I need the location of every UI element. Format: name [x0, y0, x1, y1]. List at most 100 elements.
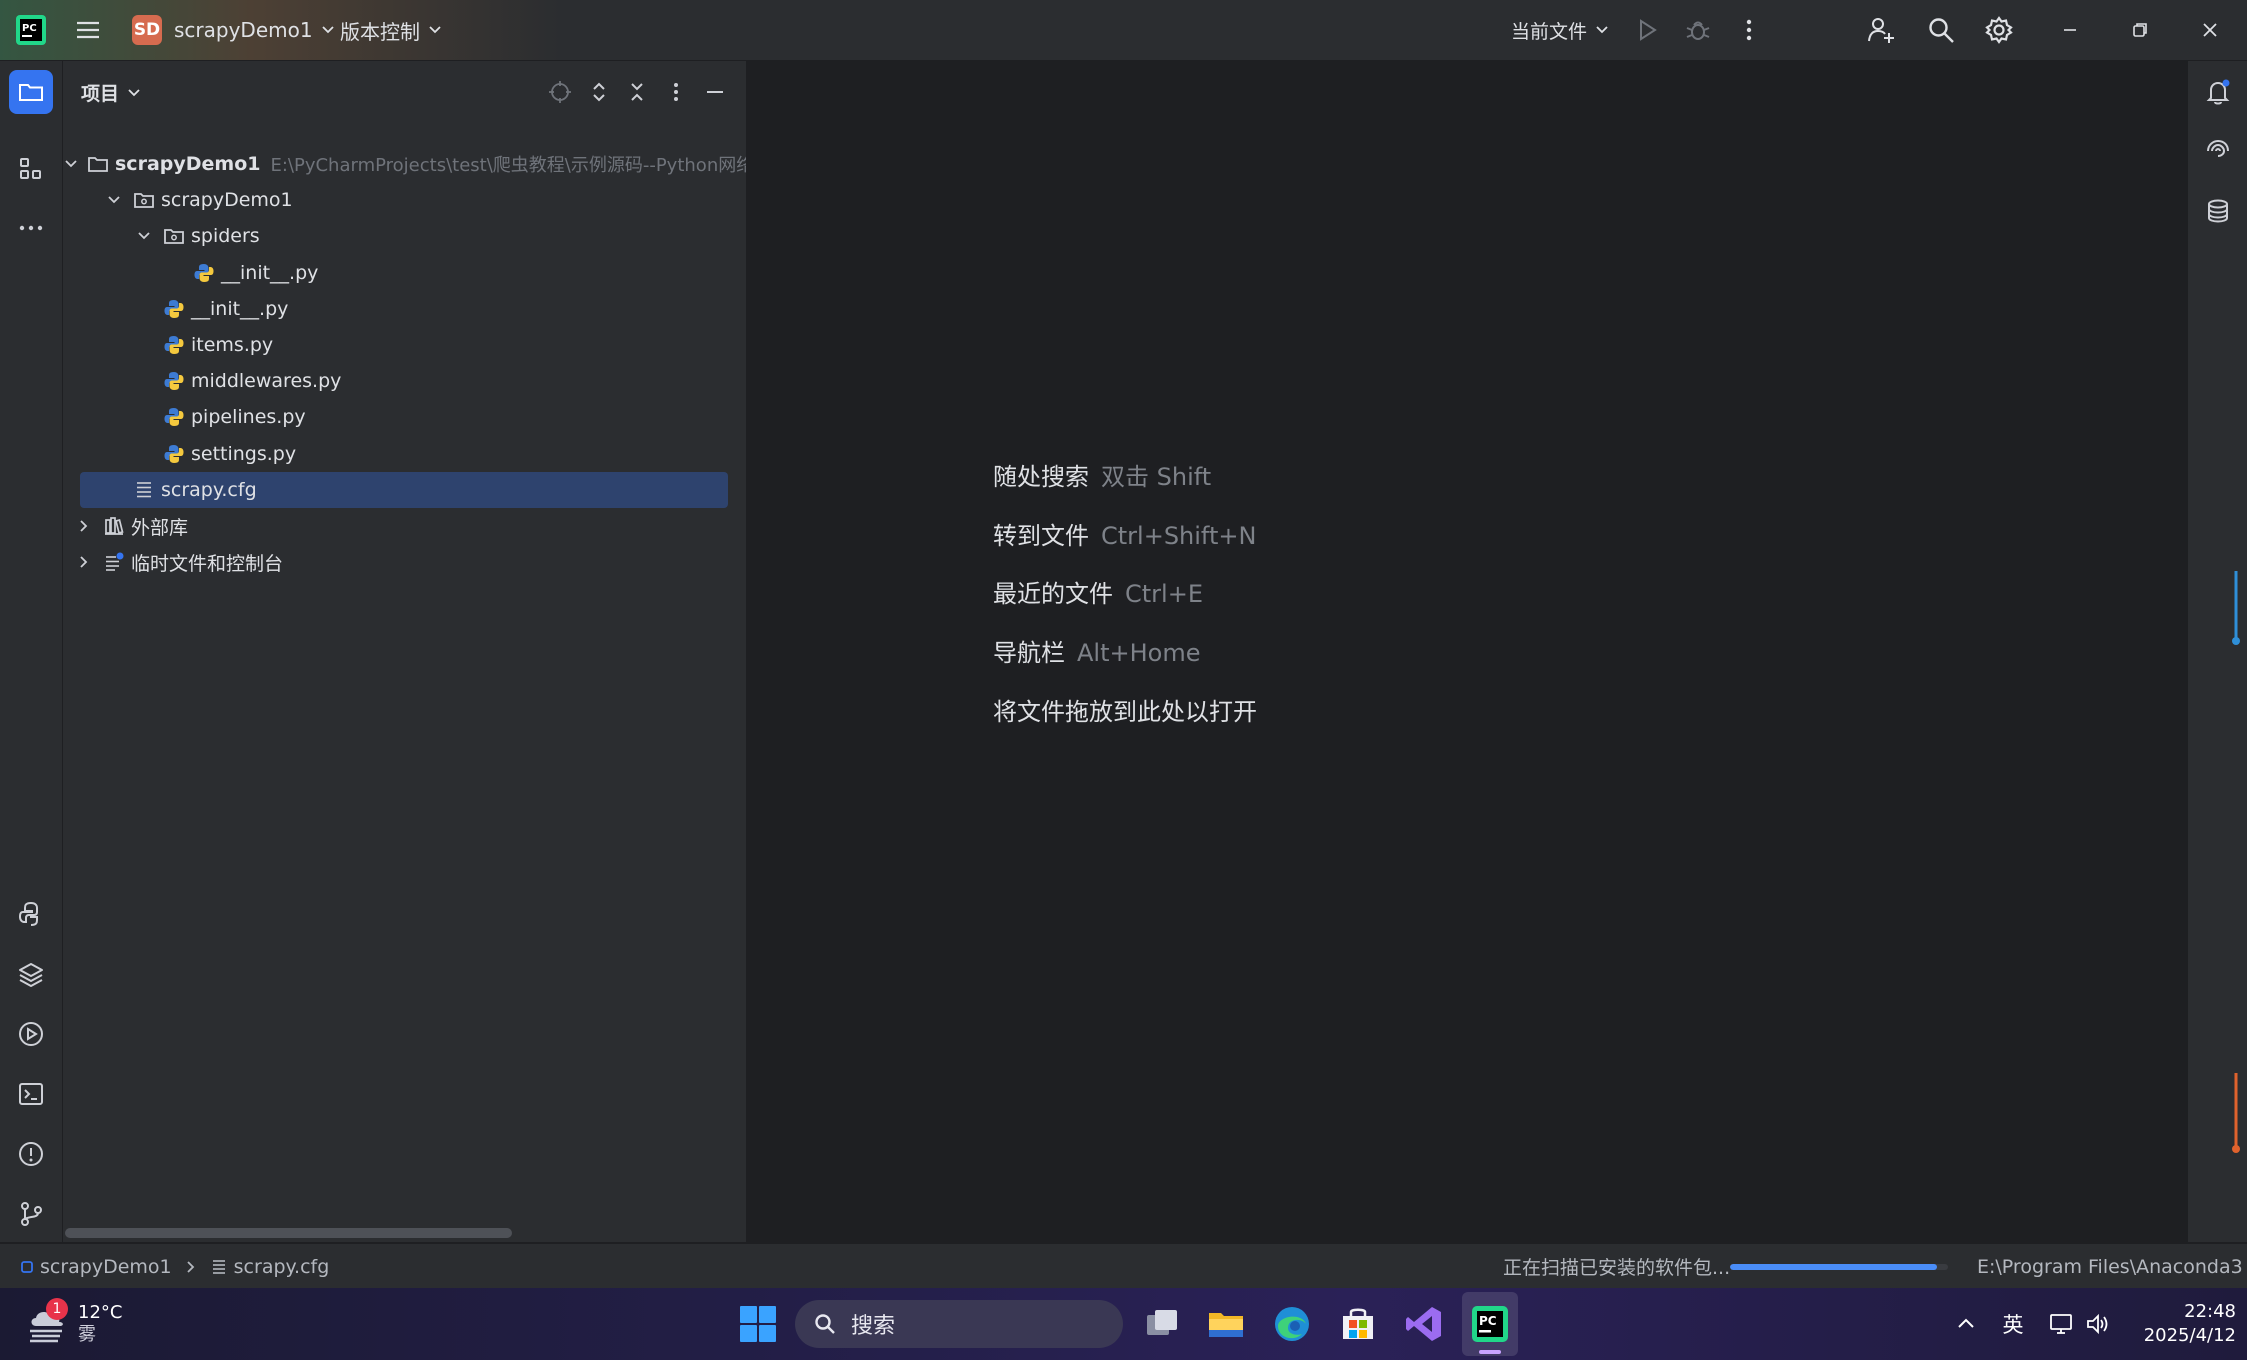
tree-item[interactable]: __init__.py [63, 255, 746, 291]
debug-icon[interactable] [1685, 0, 1711, 60]
input-method-button[interactable]: 英 [1998, 1288, 2028, 1360]
ai-assistant-button[interactable] [2196, 129, 2240, 173]
breadcrumb: scrapyDemo1 scrapy.cfg [20, 1244, 329, 1289]
clock[interactable]: 22:48 2025/4/12 [2126, 1288, 2236, 1360]
breadcrumb-project[interactable]: scrapyDemo1 [40, 1256, 172, 1278]
more-tools-button[interactable] [9, 206, 53, 250]
tree-item-label: scrapy.cfg [161, 479, 257, 501]
text-file-icon [212, 1259, 225, 1274]
python-console-button[interactable] [9, 892, 53, 936]
git-button[interactable] [9, 1192, 53, 1236]
editor-empty-area[interactable]: 随处搜索 双击 Shift 转到文件 Ctrl+Shift+N 最近的文件 Ctrl+… [747, 61, 2187, 1242]
task-progress-fill [1730, 1264, 1938, 1270]
orange-marker-icon [2232, 1071, 2240, 1155]
volume-icon [2087, 1313, 2108, 1335]
tree-item[interactable]: scrapyDemo1 [63, 182, 746, 218]
windows-logo-icon [740, 1306, 776, 1342]
python-packages-button[interactable] [9, 952, 53, 996]
folder-icon [19, 84, 43, 101]
database-button[interactable] [2196, 189, 2240, 233]
vcs-menu[interactable]: 版本控制 [340, 0, 442, 60]
weather-widget[interactable]: 1 12°C 雾 [24, 1288, 164, 1360]
project-tool-button[interactable] [9, 70, 53, 114]
hint-action: 随处搜索 [993, 463, 1089, 491]
pycharm-logo-icon[interactable]: PC [14, 0, 48, 60]
chevron-up-icon [1958, 1318, 1974, 1328]
chevron-right-icon[interactable] [73, 518, 95, 534]
task-progress-bar [1730, 1264, 1948, 1270]
scratch-console-icon [103, 551, 125, 573]
chevron-down-icon[interactable] [63, 156, 79, 172]
network-button[interactable] [2046, 1288, 2076, 1360]
hint-goto-file: 转到文件 Ctrl+Shift+N [993, 516, 1256, 551]
tree-item[interactable]: __init__.py [63, 291, 746, 327]
services-button[interactable] [9, 1012, 53, 1056]
svg-text:PC: PC [1479, 1314, 1497, 1328]
show-hidden-icons-button[interactable] [1952, 1288, 1980, 1360]
run-config-selector[interactable]: 当前文件 [1511, 0, 1609, 60]
edge-browser-icon [1275, 1307, 1309, 1341]
visual-studio-button[interactable] [1402, 1288, 1446, 1360]
chevron-down-icon [321, 26, 334, 34]
python-console-icon [18, 901, 38, 926]
locate-file-icon[interactable] [547, 79, 573, 105]
vcs-label: 版本控制 [340, 19, 420, 44]
structure-tool-button[interactable] [9, 147, 53, 191]
tree-item[interactable]: spiders [63, 218, 746, 254]
task-view-button[interactable] [1140, 1288, 1184, 1360]
project-switcher[interactable]: SD scrapyDemo1 [132, 0, 335, 60]
tree-item-label: spiders [191, 225, 260, 247]
project-view-selector[interactable]: 项目 [81, 79, 141, 106]
interpreter-selector[interactable]: E:\Program Files\Anaconda3 [1977, 1244, 2243, 1289]
tree-item[interactable]: items.py [63, 327, 746, 363]
folder-icon [87, 153, 109, 175]
volume-button[interactable] [2082, 1288, 2112, 1360]
breadcrumb-file[interactable]: scrapy.cfg [234, 1256, 330, 1278]
restore-icon[interactable] [2126, 0, 2154, 60]
tree-item[interactable]: 外部库 [63, 508, 746, 544]
notifications-button[interactable] [2196, 70, 2240, 114]
chevron-right-icon[interactable] [73, 554, 95, 570]
project-name: scrapyDemo1 [174, 18, 313, 42]
run-icon[interactable] [1634, 0, 1660, 60]
tree-item-label: middlewares.py [191, 370, 342, 392]
file-explorer-button[interactable] [1204, 1288, 1248, 1360]
minimize-icon[interactable] [2056, 0, 2084, 60]
hide-panel-icon[interactable] [702, 79, 728, 105]
folder-icon [1209, 1313, 1243, 1337]
pycharm-taskbar-button[interactable]: PC [1462, 1292, 1518, 1356]
expand-all-icon[interactable] [586, 79, 612, 105]
edge-browser-button[interactable] [1270, 1288, 1314, 1360]
tree-item[interactable]: 临时文件和控制台 [63, 544, 746, 580]
more-actions-icon[interactable] [1736, 0, 1762, 60]
tree-item[interactable]: pipelines.py [63, 399, 746, 435]
hint-action: 导航栏 [993, 639, 1065, 667]
problems-button[interactable] [9, 1132, 53, 1176]
taskbar-search[interactable]: 搜索 [795, 1300, 1123, 1348]
hint-action: 将文件拖放到此处以打开 [993, 698, 1257, 726]
python-file-icon [163, 298, 185, 320]
close-icon[interactable] [2196, 0, 2224, 60]
terminal-button[interactable] [9, 1072, 53, 1116]
collapse-all-icon[interactable] [624, 79, 650, 105]
background-task[interactable]: 正在扫描已安装的软件包... [1503, 1244, 1730, 1289]
add-user-icon[interactable] [1866, 0, 1896, 60]
chevron-down-icon[interactable] [133, 228, 155, 244]
settings-gear-icon[interactable] [1984, 0, 2014, 60]
chevron-down-icon[interactable] [103, 192, 125, 208]
horizontal-scrollbar[interactable] [65, 1228, 512, 1238]
options-menu-icon[interactable] [663, 79, 689, 105]
tree-item[interactable]: scrapy.cfg [63, 472, 746, 508]
main-menu-icon[interactable] [74, 0, 102, 60]
tree-item[interactable]: scrapyDemo1 E:\PyCharmProjects\test\爬虫教程\… [63, 146, 746, 182]
microsoft-store-button[interactable] [1336, 1288, 1380, 1360]
chevron-down-icon [1596, 26, 1608, 34]
tree-item-label: 临时文件和控制台 [131, 552, 284, 575]
search-icon [815, 1314, 835, 1334]
tree-item-label: __init__.py [191, 298, 289, 320]
tree-item[interactable]: settings.py [63, 436, 746, 472]
start-button[interactable] [734, 1288, 782, 1360]
python-file-icon [193, 262, 215, 284]
tree-item[interactable]: middlewares.py [63, 363, 746, 399]
search-icon[interactable] [1926, 0, 1956, 60]
